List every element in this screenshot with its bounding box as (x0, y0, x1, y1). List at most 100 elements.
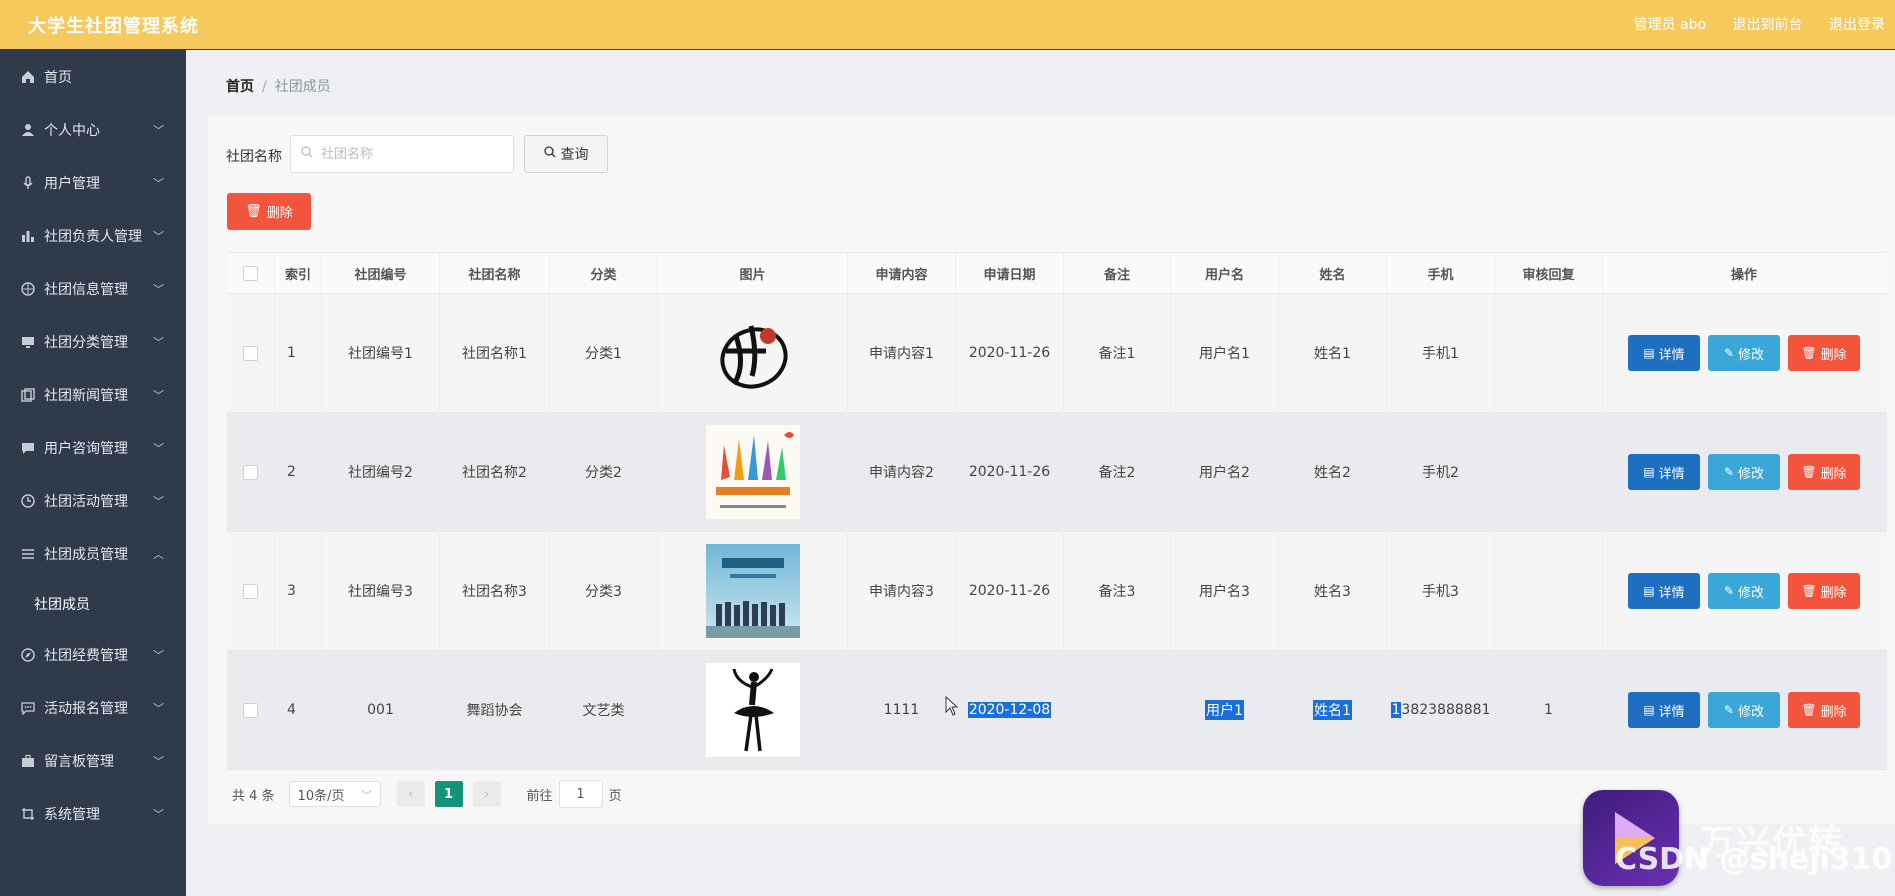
row-select-cell (227, 413, 275, 531)
sidebar-item-categories[interactable]: 社团分类管理 ﹀ (0, 315, 186, 368)
edit-button[interactable]: ✎ 修改 (1708, 692, 1780, 728)
col-header: 用户名 (1171, 253, 1279, 293)
cell-phone: 手机3 (1387, 532, 1495, 650)
delete-button[interactable]: 🗑 删除 (1788, 454, 1860, 490)
cell-note: 备注3 (1064, 532, 1171, 650)
row-select-cell (227, 651, 275, 769)
edit-label: 修改 (1738, 466, 1765, 482)
row-checkbox[interactable] (243, 464, 258, 480)
detail-button[interactable]: ▤ 详情 (1628, 573, 1700, 609)
query-button[interactable]: 查询 (524, 135, 608, 173)
goto-page-input[interactable]: 1 (558, 780, 603, 808)
detail-button[interactable]: ▤ 详情 (1628, 454, 1700, 490)
search-field[interactable] (290, 135, 514, 173)
breadcrumb: 首页 / 社团成员 (226, 76, 331, 96)
edit-button[interactable]: ✎ 修改 (1708, 454, 1780, 490)
cell-ops: ▤ 详情 ✎ 修改 🗑 删除 (1603, 413, 1885, 531)
trash-icon: 🗑 (245, 204, 262, 219)
sidebar-item-label: 活动报名管理 (44, 700, 128, 717)
sidebar-item-signup[interactable]: 活动报名管理 ﹀ (0, 681, 186, 734)
sidebar-item-club-info[interactable]: 社团信息管理 ﹀ (0, 262, 186, 315)
edit-button[interactable]: ✎ 修改 (1708, 573, 1780, 609)
admin-label[interactable]: 管理员 abo (1634, 17, 1706, 33)
chevron-down-icon: ﹀ (153, 807, 164, 821)
delete-button[interactable]: 🗑 删除 (1788, 692, 1860, 728)
page-number[interactable]: 1 (434, 781, 463, 807)
sidebar-item-news[interactable]: 社团新闻管理 ﹀ (0, 368, 186, 421)
sidebar-item-consult[interactable]: 用户咨询管理 ﹀ (0, 421, 186, 474)
query-button-label: 查询 (560, 147, 589, 163)
document-icon: ▤ (1643, 465, 1655, 479)
sidebar-item-label: 个人中心 (44, 122, 100, 139)
row-select-cell (227, 294, 275, 412)
breadcrumb-current: 社团成员 (274, 79, 331, 95)
col-header: 申请内容 (848, 253, 956, 293)
cell-phone: 手机2 (1387, 413, 1495, 531)
sidebar-item-board[interactable]: 留言板管理 ﹀ (0, 734, 186, 787)
sidebar-item-label: 社团新闻管理 (44, 387, 128, 404)
list-icon (20, 546, 36, 562)
chevron-down-icon: ﹀ (153, 123, 164, 137)
club-photo-image (705, 544, 800, 638)
sidebar-subitem-members[interactable]: 社团成员 (0, 580, 186, 628)
sidebar-item-funds[interactable]: 社团经费管理 ﹀ (0, 628, 186, 681)
select-all-checkbox[interactable] (243, 265, 258, 281)
document-icon: ▤ (1643, 584, 1655, 598)
breadcrumb-home[interactable]: 首页 (226, 79, 254, 95)
batch-delete-label: 删除 (266, 206, 293, 221)
compass-icon (20, 281, 36, 297)
next-page-button[interactable]: › (472, 781, 501, 807)
logout-link[interactable]: 退出登录 (1829, 17, 1885, 33)
cell-phone: 手机1 (1387, 294, 1495, 412)
cell-username: 用户1 (1171, 651, 1279, 769)
col-header: 操作 (1730, 267, 1757, 283)
search-icon (301, 146, 313, 162)
cell-ops: ▤ 详情 ✎ 修改 🗑 删除 (1603, 532, 1885, 650)
batch-delete-button[interactable]: 🗑 删除 (227, 193, 311, 230)
cell-code: 社团编号3 (322, 532, 440, 650)
col-header: 索引 (275, 253, 322, 293)
col-header: 备注 (1064, 253, 1171, 293)
cell-index: 4 (275, 651, 322, 769)
sidebar-item-leaders[interactable]: 社团负责人管理 ﹀ (0, 209, 186, 262)
sidebar-item-users[interactable]: 用户管理 ﹀ (0, 156, 186, 209)
page-size-select[interactable]: 10条/页 ﹀ (288, 781, 381, 807)
row-checkbox[interactable] (243, 583, 258, 599)
detail-label: 详情 (1658, 585, 1685, 601)
front-link[interactable]: 退出到前台 (1733, 17, 1803, 33)
cell-note: 备注1 (1064, 294, 1171, 412)
detail-button[interactable]: ▤ 详情 (1628, 692, 1700, 728)
cell-index: 3 (275, 532, 322, 650)
cell-image (658, 294, 848, 412)
edit-button[interactable]: ✎ 修改 (1708, 335, 1780, 371)
search-input[interactable] (319, 145, 503, 163)
sidebar-item-home[interactable]: 首页 (0, 50, 186, 103)
sidebar-item-members[interactable]: 社团成员管理 ︿ (0, 527, 186, 580)
col-header: 分类 (550, 253, 658, 293)
sidebar-item-system[interactable]: 系统管理 ﹀ (0, 787, 186, 840)
detail-button[interactable]: ▤ 详情 (1628, 335, 1700, 371)
selected-text: 用户1 (1205, 700, 1244, 720)
sidebar-item-label: 社团负责人管理 (44, 228, 142, 245)
cell-date: 2020-11-26 (956, 532, 1064, 650)
pagination: 共 4 条 10条/页 ﹀ ‹ 1 › 前往 1 页 (232, 780, 622, 808)
crop-icon (20, 806, 36, 822)
home-icon (20, 69, 36, 85)
breadcrumb-separator: / (262, 79, 267, 95)
delete-button[interactable]: 🗑 删除 (1788, 573, 1860, 609)
delete-button[interactable]: 🗑 删除 (1788, 335, 1860, 371)
phone-rest: 3823888881 (1401, 702, 1491, 718)
row-checkbox[interactable] (243, 345, 258, 361)
cell-note: 备注2 (1064, 413, 1171, 531)
row-checkbox[interactable] (243, 702, 258, 718)
cell-index: 2 (275, 413, 322, 531)
edit-icon: ✎ (1723, 703, 1735, 717)
table-header: 索引 社团编号 社团名称 分类 图片 申请内容 申请日期 备注 用户名 姓名 手… (227, 252, 1887, 294)
csdn-watermark: CSDN @sheji310 (1615, 842, 1893, 877)
sidebar-item-profile[interactable]: 个人中心 ﹀ (0, 103, 186, 156)
cell-ops: ▤ 详情 ✎ 修改 🗑 删除 (1603, 651, 1885, 769)
cell-code: 001 (322, 651, 440, 769)
sidebar-item-activities[interactable]: 社团活动管理 ﹀ (0, 474, 186, 527)
goto-label: 前往 (526, 788, 553, 804)
prev-page-button[interactable]: ‹ (396, 781, 425, 807)
